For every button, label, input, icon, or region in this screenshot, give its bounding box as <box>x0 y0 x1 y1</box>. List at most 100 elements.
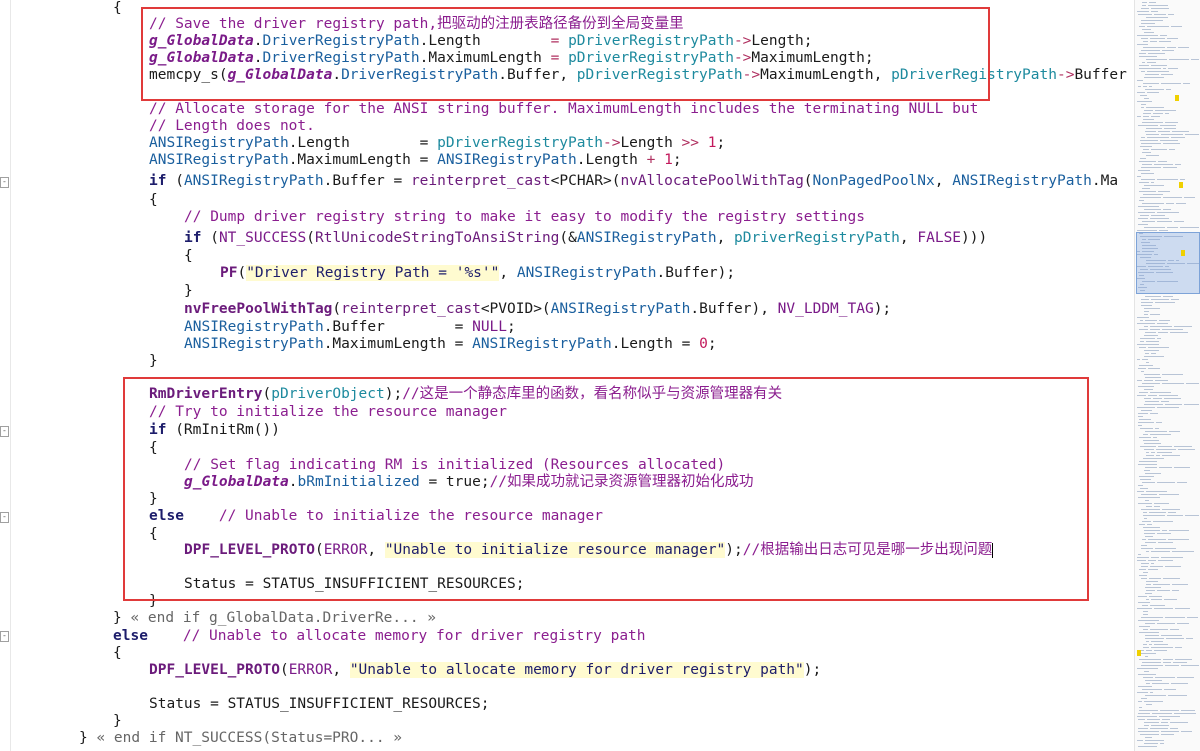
code-token: .Ma <box>1091 173 1119 189</box>
code-line[interactable]: } « end if g_GlobalData.DriverRe... » <box>113 610 436 627</box>
minimap-line <box>1142 383 1160 384</box>
code-line[interactable]: ANSIRegistryPath.Buffer = NULL; <box>184 319 516 336</box>
minimap-line <box>1137 80 1143 81</box>
code-line[interactable]: PF("Driver Registry Path = '%s'", ANSIRe… <box>220 265 735 282</box>
minimap-line <box>1144 314 1148 315</box>
code-token: .Length = <box>288 135 438 151</box>
code-line[interactable]: } <box>184 283 193 300</box>
folded-region-label[interactable]: « end if NT_SUCCESS(Status=PRO... » <box>96 730 402 746</box>
minimap-line <box>1148 5 1168 6</box>
code-line[interactable]: { <box>184 248 193 265</box>
code-line[interactable]: ANSIRegistryPath.MaximumLength = ANSIReg… <box>149 152 682 169</box>
code-editor[interactable]: - - - - { // Save the driver registry pa… <box>0 0 1134 751</box>
minimap-line <box>1143 515 1165 516</box>
fold-toggle-icon[interactable]: - <box>0 631 9 642</box>
minimap-line <box>1175 659 1192 660</box>
minimap-line <box>1137 323 1155 324</box>
minimap-line <box>1158 446 1172 447</box>
minimap-line <box>1161 83 1181 84</box>
minimap-line <box>1158 191 1170 192</box>
fold-toggle-icon[interactable]: - <box>0 426 9 437</box>
code-token: ANSIRegistryPath <box>516 265 657 281</box>
code-line[interactable]: if (ANSIRegistryPath.Buffer = reinterpre… <box>149 173 1118 190</box>
minimap-line <box>1163 578 1180 579</box>
minimap-line <box>1140 320 1143 321</box>
code-line[interactable]: // Dump driver registry string to make i… <box>184 209 865 226</box>
minimap-line <box>1145 656 1148 657</box>
minimap-line <box>1143 47 1165 48</box>
code-line[interactable]: // Length does not. <box>149 118 315 135</box>
minimap-line <box>1167 47 1176 48</box>
minimap-line <box>1161 74 1173 75</box>
code-token: ( <box>803 173 813 189</box>
folded-region-label[interactable]: « end if g_GlobalData.DriverRe... » <box>130 610 436 626</box>
minimap-line <box>1157 212 1179 213</box>
minimap-line <box>1140 146 1152 147</box>
minimap-line <box>1142 2 1147 3</box>
minimap-line <box>1164 398 1181 399</box>
code-line[interactable]: ANSIRegistryPath.MaximumLength = ANSIReg… <box>184 336 717 353</box>
minimap-line <box>1146 17 1168 18</box>
minimap-line <box>1138 719 1145 720</box>
code-token: } <box>149 353 158 369</box>
minimap-line <box>1166 203 1174 204</box>
code-token: } <box>79 730 97 746</box>
minimap-line <box>1159 395 1178 396</box>
code-line[interactable]: } <box>149 353 158 370</box>
minimap-line <box>1141 563 1149 564</box>
minimap-line <box>1140 341 1144 342</box>
minimap-line <box>1183 83 1190 84</box>
minimap-line <box>1144 398 1151 399</box>
minimap-line <box>1138 485 1143 486</box>
code-token: ANSIRegistryPath <box>576 230 717 246</box>
code-line[interactable]: { <box>149 192 158 209</box>
minimap-line <box>1137 740 1143 741</box>
minimap-line <box>1140 488 1148 489</box>
minimap-line <box>1164 689 1176 690</box>
code-line[interactable]: ANSIRegistryPath.Length = pDriverRegistr… <box>149 135 725 152</box>
code-token: <PCHAR>( <box>550 173 621 189</box>
minimap-line <box>1147 524 1152 525</box>
code-line[interactable]: } « end if NT_SUCCESS(Status=PRO... » <box>79 730 402 747</box>
code-line[interactable]: // Allocate storage for the ANSI string … <box>149 101 978 118</box>
code-line[interactable]: DPF_LEVEL_PROTO(ERROR, "Unable to alloca… <box>149 662 821 679</box>
minimap-line <box>1145 695 1166 696</box>
code-token: , <box>899 230 918 246</box>
minimap-line <box>1137 359 1140 360</box>
minimap-line <box>1150 629 1168 630</box>
code-line[interactable]: nvFreePoolWithTag(reinterpret_cast<PVOID… <box>184 301 891 318</box>
fold-toggle-icon[interactable]: - <box>0 177 9 188</box>
minimap-line <box>1142 122 1163 123</box>
code-line[interactable]: { <box>113 645 122 662</box>
minimap-line <box>1138 425 1142 426</box>
code-token: .MaximumLength = <box>288 152 438 168</box>
code-line[interactable]: if (NT_SUCCESS(RtlUnicodeStringToAnsiStr… <box>184 230 987 247</box>
minimap-line <box>1139 392 1148 393</box>
code-token: ; <box>507 319 516 335</box>
minimap-line <box>1138 686 1152 687</box>
code-line[interactable]: else // Unable to allocate memory for dr… <box>113 628 646 645</box>
minimap-line <box>1141 509 1160 510</box>
code-token: ANSIRegistryPath <box>550 301 691 317</box>
code-line[interactable]: } <box>113 713 122 730</box>
minimap-line <box>1151 8 1169 9</box>
minimap-line <box>1159 494 1179 495</box>
code-token: .Length = <box>611 336 700 352</box>
minimap-line <box>1138 701 1142 702</box>
code-minimap[interactable] <box>1134 0 1200 751</box>
minimap-line <box>1163 167 1177 168</box>
minimap-viewport[interactable] <box>1136 232 1200 294</box>
minimap-line <box>1141 50 1160 51</box>
minimap-line <box>1142 203 1164 204</box>
minimap-line <box>1146 641 1149 642</box>
code-token: ( <box>175 173 184 189</box>
code-line[interactable]: { <box>113 0 122 17</box>
minimap-line <box>1137 491 1144 492</box>
minimap-line <box>1145 500 1149 501</box>
code-line[interactable]: Status = STATUS_INSUFFICIENT_RESOURCES; <box>149 696 489 713</box>
fold-toggle-icon[interactable]: - <box>0 512 9 523</box>
minimap-line <box>1140 197 1161 198</box>
minimap-line <box>1155 548 1176 549</box>
minimap-line <box>1166 638 1184 639</box>
minimap-line <box>1138 554 1141 555</box>
